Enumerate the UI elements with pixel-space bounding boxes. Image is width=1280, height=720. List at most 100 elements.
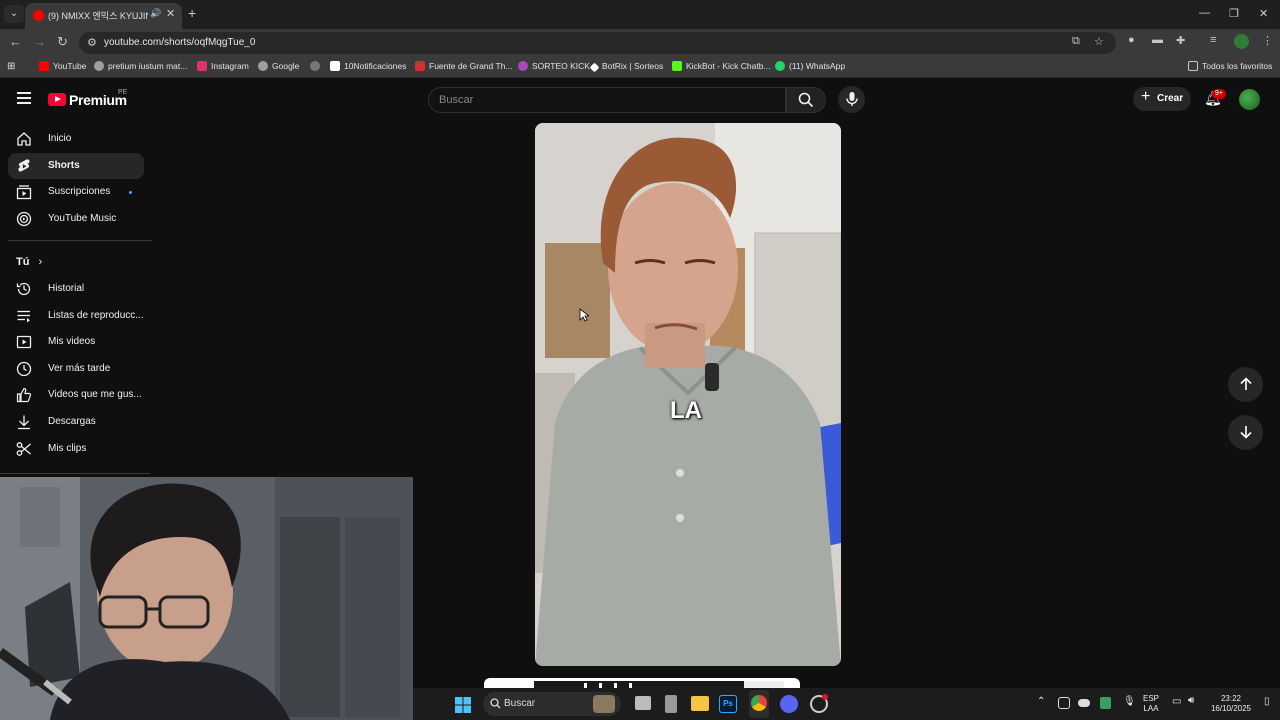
sidebar-item-shorts[interactable]: Shorts (8, 153, 144, 179)
tab-search-dropdown[interactable]: ⌄ (4, 5, 24, 23)
you-heading[interactable]: Tú › (16, 256, 42, 268)
sidebar-item-mis-videos[interactable]: Mis videos (8, 329, 144, 355)
bookmark-fuente[interactable]: Fuente de Grand Th... (415, 61, 512, 71)
bookmark-label: KickBot - Kick Chatb... (686, 61, 771, 71)
youtube-favicon-icon (33, 10, 44, 21)
subscriptions-icon (16, 185, 32, 200)
extension-icon[interactable]: ● (1128, 34, 1135, 46)
microphone-icon (845, 92, 858, 106)
account-avatar[interactable] (1239, 89, 1260, 110)
taskbar-search[interactable]: Buscar (483, 692, 621, 716)
create-button[interactable]: + Crear (1133, 87, 1191, 111)
previous-short-button[interactable] (1228, 367, 1263, 402)
next-short-button[interactable] (1228, 415, 1263, 450)
search-box[interactable]: Buscar (428, 87, 786, 113)
url-text[interactable]: youtube.com/shorts/oqfMqgTue_0 (104, 37, 255, 48)
notification-center-icon[interactable]: ▯ (1264, 696, 1270, 707)
sidebar-item-label: Listas de reproducc... (48, 310, 144, 321)
photoshop-icon[interactable]: Ps (719, 695, 737, 713)
browser-toolbar: ← → ↻ ⚙ youtube.com/shorts/oqfMqgTue_0 ⧉… (0, 29, 1280, 56)
sidebar-item-inicio[interactable]: Inicio (8, 126, 144, 152)
active-tab[interactable]: (9) NMIXX 엔믹스 KYUJIN F 🔊 ✕ (25, 3, 182, 29)
app-icon[interactable] (665, 695, 677, 713)
address-bar[interactable]: ⚙ youtube.com/shorts/oqfMqgTue_0 ⧉ ☆ (79, 32, 1116, 54)
tray-app-icon[interactable] (1058, 697, 1070, 709)
sidebar-item-label: Videos que me gus... (48, 389, 142, 400)
windows-taskbar: Buscar Ps ⌃ 🎙︎ ESP LAA ▭ 🔊︎ 23:22 16/10/… (413, 688, 1280, 720)
reload-icon[interactable]: ↻ (57, 34, 68, 50)
bookmark-google[interactable]: Google (258, 61, 299, 71)
chevron-right-icon: › (38, 256, 43, 268)
chrome-taskbar-button[interactable] (749, 690, 769, 718)
security-shield-icon[interactable] (1100, 697, 1111, 709)
sidebar-item-label: Historial (48, 283, 85, 294)
bookmark-instagram[interactable]: Instagram (197, 61, 249, 71)
bookmark-youtube[interactable]: YouTube (39, 61, 86, 71)
sidebar-item-suscripciones[interactable]: Suscripciones (8, 179, 144, 205)
youtube-logo-icon[interactable] (48, 93, 66, 106)
sidebar-item-listas[interactable]: Listas de reproducc... (8, 303, 144, 329)
sidebar-item-ver-mas-tarde[interactable]: Ver más tarde (8, 356, 144, 382)
close-window-icon[interactable]: ✕ (1259, 7, 1268, 20)
search-highlight-icon (593, 695, 615, 713)
minimize-icon[interactable]: — (1199, 7, 1210, 19)
create-label: Crear (1157, 93, 1184, 104)
bookmark-sorteo[interactable]: SORTEO KICK (518, 61, 590, 71)
bookmark-x[interactable]: 10Notificaciones (330, 61, 406, 71)
site-info-icon[interactable]: ⚙ (87, 36, 97, 49)
bookmark-label: 10Notificaciones (344, 61, 407, 71)
volume-icon[interactable]: 🔊︎ (1188, 695, 1194, 706)
install-app-icon[interactable]: ⧉ (1072, 35, 1080, 48)
like-icon (16, 387, 32, 403)
profile-avatar[interactable] (1234, 34, 1249, 49)
x-icon (330, 61, 340, 71)
sidebar-item-label: Ver más tarde (48, 363, 111, 374)
next-short-preview[interactable] (484, 678, 800, 691)
clock[interactable]: 23:22 16/10/2025 (1208, 694, 1254, 714)
tray-chevron-icon[interactable]: ⌃ (1037, 696, 1045, 707)
language-indicator[interactable]: ESP LAA (1143, 694, 1159, 714)
bookmark-botrix[interactable]: BotRix | Sorteos (589, 61, 663, 73)
sidebar: Inicio Shorts Suscripciones YouTube Musi… (0, 120, 160, 478)
menu-kebab-icon[interactable]: ⋮ (1262, 34, 1273, 47)
search-placeholder: Buscar (439, 94, 474, 106)
kickbot-icon (672, 61, 682, 71)
sidebar-item-descargas[interactable]: Descargas (8, 409, 144, 435)
task-view-icon[interactable] (635, 696, 651, 710)
hamburger-menu-icon[interactable] (17, 92, 31, 104)
tray-microphone-icon[interactable]: 🎙︎ (1123, 696, 1136, 707)
all-bookmarks[interactable]: Todos los favoritos (1188, 61, 1272, 71)
back-icon[interactable]: ← (9, 34, 22, 49)
network-icon[interactable]: ▭ (1172, 696, 1181, 707)
sidebar-item-historial[interactable]: Historial (8, 276, 144, 302)
bookmark-globe[interactable] (310, 61, 324, 71)
close-tab-icon[interactable]: ✕ (166, 7, 175, 20)
bookmark-star-icon[interactable]: ☆ (1094, 35, 1104, 48)
sidebar-item-mis-clips[interactable]: Mis clips (8, 436, 144, 462)
instagram-icon (197, 61, 207, 71)
discord-icon[interactable] (780, 695, 798, 713)
bookmark-pretium[interactable]: pretium iustum mat... (94, 61, 187, 71)
search-button[interactable] (786, 87, 826, 113)
onedrive-cloud-icon[interactable] (1078, 699, 1090, 707)
apps-grid-icon[interactable]: ⊞ (7, 61, 15, 72)
language-code: ESP (1143, 694, 1160, 703)
sidebar-item-label: Suscripciones (48, 186, 111, 197)
media-control-icon[interactable]: ≡ (1210, 34, 1216, 46)
restore-icon[interactable]: ❐ (1229, 7, 1239, 20)
bookmark-whatsapp[interactable]: (11) WhatsApp (775, 61, 845, 71)
forward-icon[interactable]: → (33, 34, 46, 49)
extension-2-icon[interactable]: ▬ (1152, 34, 1163, 46)
sidebar-item-youtube-music[interactable]: YouTube Music (8, 206, 144, 232)
shorts-video-player[interactable]: LA (535, 123, 841, 666)
speaker-icon[interactable]: 🔊 (150, 8, 161, 19)
new-tab-icon[interactable]: + (188, 5, 196, 21)
sidebar-divider (8, 240, 152, 241)
file-explorer-icon[interactable] (691, 696, 709, 711)
windows-start-icon[interactable] (455, 697, 471, 713)
extensions-puzzle-icon[interactable]: ✚ (1176, 34, 1185, 47)
sidebar-item-videos-que-me-gustan[interactable]: Videos que me gus... (8, 382, 144, 408)
voice-search-button[interactable] (838, 86, 865, 113)
clips-icon (16, 442, 31, 456)
bookmark-kickbot[interactable]: KickBot - Kick Chatb... (672, 61, 771, 71)
